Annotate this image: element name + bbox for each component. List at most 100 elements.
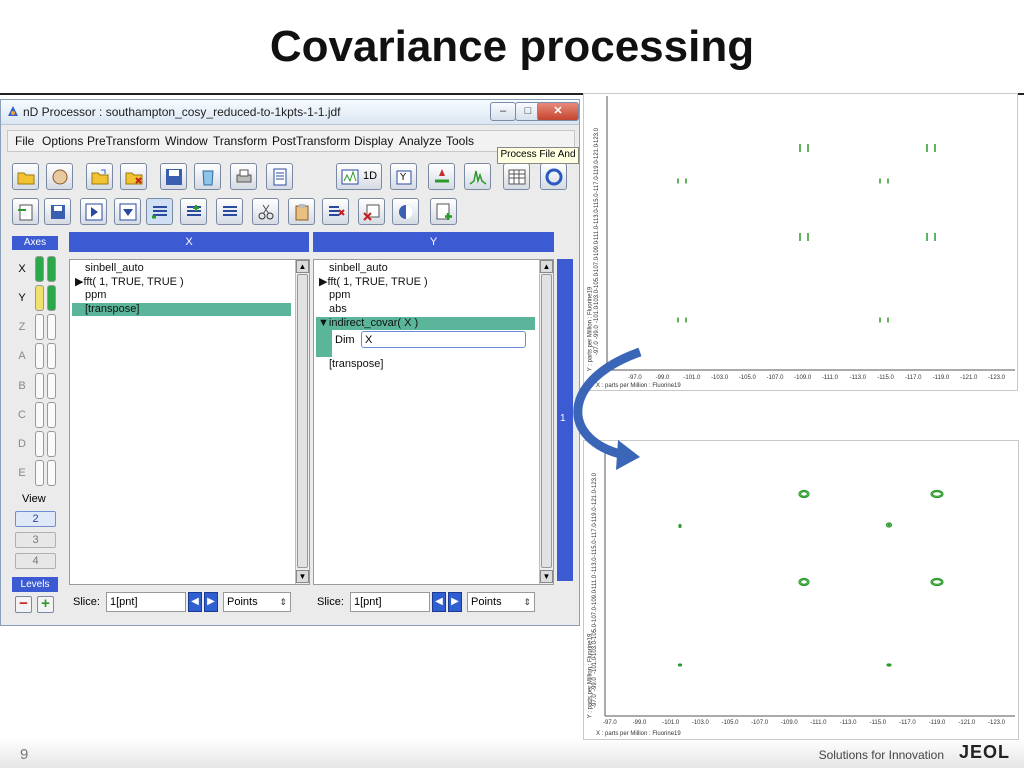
insert-function-button[interactable] <box>146 198 173 225</box>
menu-window[interactable]: Window <box>165 134 208 148</box>
add-function-button[interactable] <box>180 198 207 225</box>
axis-z-toggle-2[interactable] <box>47 314 56 340</box>
tool-hand-button[interactable] <box>46 163 73 190</box>
view-projection-button[interactable]: Y <box>390 163 417 190</box>
y-slice-next[interactable]: ▶ <box>448 592 462 612</box>
x-scroll-down[interactable]: ▼ <box>296 570 309 583</box>
clear-button[interactable] <box>358 198 385 225</box>
minimize-button[interactable]: – <box>490 102 516 121</box>
y-units-select[interactable]: Points ⇕ <box>467 592 535 612</box>
x-scroll-thumb[interactable] <box>297 274 308 568</box>
save-button[interactable] <box>160 163 187 190</box>
y-scroll-down[interactable]: ▼ <box>540 570 553 583</box>
menu-tools[interactable]: Tools <box>446 134 474 148</box>
close-file-button[interactable] <box>120 163 147 190</box>
y-slice-input[interactable]: 1[pnt] <box>350 592 430 612</box>
axis-a-toggle[interactable] <box>35 343 44 369</box>
x-scroll-up[interactable]: ▲ <box>296 260 309 273</box>
axis-b-toggle-2[interactable] <box>47 373 56 399</box>
view-button-4[interactable]: 4 <box>15 553 56 569</box>
list-view-button[interactable] <box>216 198 243 225</box>
y-scroll-up[interactable]: ▲ <box>540 260 553 273</box>
level-increase-button[interactable]: + <box>37 596 54 613</box>
step-button[interactable] <box>114 198 141 225</box>
refresh-button[interactable] <box>540 163 567 190</box>
x-slice-prev[interactable]: ◀ <box>188 592 202 612</box>
column-y-header[interactable]: Y <box>313 232 554 252</box>
menu-pretransform[interactable]: PreTransform <box>87 134 160 148</box>
open-folder-button[interactable] <box>12 163 39 190</box>
import-button[interactable] <box>12 198 39 225</box>
x-item-sinbell[interactable]: sinbell_auto <box>85 262 144 274</box>
print-button[interactable] <box>230 163 257 190</box>
axis-z-toggle[interactable] <box>35 314 44 340</box>
x-item-ppm[interactable]: ppm <box>85 289 106 301</box>
axis-c-label: C <box>18 409 26 421</box>
axis-c-toggle[interactable] <box>35 402 44 428</box>
save-process-button[interactable] <box>44 198 71 225</box>
bottom-y-tick: -105.0 <box>592 623 598 641</box>
top-y-tick: -103.0 <box>594 289 600 307</box>
paste-button[interactable] <box>288 198 315 225</box>
table-button[interactable] <box>503 163 530 190</box>
eraser-icon <box>399 205 413 219</box>
y-item-fft[interactable]: ▶fft( 1, TRUE, TRUE ) <box>319 275 428 288</box>
lines-icon <box>223 206 237 216</box>
window-titlebar[interactable]: nD Processor : southampton_cosy_reduced-… <box>1 100 579 125</box>
top-y-tick: -123.0 <box>594 127 600 145</box>
menu-transform[interactable]: Transform <box>213 134 267 148</box>
x-slice-next[interactable]: ▶ <box>204 592 218 612</box>
x-units-select[interactable]: Points ⇕ <box>223 592 291 612</box>
trash-button[interactable] <box>194 163 221 190</box>
axis-c-toggle-2[interactable] <box>47 402 56 428</box>
y-list-scrollbar[interactable]: ▲ ▼ <box>539 260 553 584</box>
view-1d-button[interactable]: 1D <box>336 163 382 190</box>
x-item-fft[interactable]: ▶fft( 1, TRUE, TRUE ) <box>75 275 184 288</box>
y-item-indirect-covar[interactable]: ▼indirect_covar( X ) <box>318 317 418 329</box>
menu-posttransform[interactable]: PostTransform <box>272 134 350 148</box>
view-button-2[interactable]: 2 <box>15 511 56 527</box>
menu-options[interactable]: Options <box>42 134 83 148</box>
list-button[interactable] <box>266 163 293 190</box>
axis-x-toggle[interactable] <box>35 256 44 282</box>
cut-button[interactable] <box>252 198 279 225</box>
top-x-tick: -107.0 <box>766 375 784 381</box>
axis-e-toggle-2[interactable] <box>47 460 56 486</box>
y-item-transpose[interactable]: [transpose] <box>329 358 383 370</box>
column-x-header[interactable]: X <box>69 232 309 252</box>
process-button[interactable] <box>428 163 455 190</box>
add-document-button[interactable] <box>430 198 457 225</box>
y-slice-prev[interactable]: ◀ <box>432 592 446 612</box>
spectrum-bottom-panel <box>583 440 1019 740</box>
view-label: View <box>22 493 46 505</box>
level-decrease-button[interactable]: − <box>15 596 32 613</box>
axis-a-toggle-2[interactable] <box>47 343 56 369</box>
axis-y-toggle-2[interactable] <box>47 285 56 311</box>
axis-d-toggle-2[interactable] <box>47 431 56 457</box>
axis-y-toggle[interactable] <box>35 285 44 311</box>
menu-file[interactable]: File <box>15 134 34 148</box>
clear-icon <box>363 204 380 221</box>
view-button-3[interactable]: 3 <box>15 532 56 548</box>
y-item-ppm[interactable]: ppm <box>329 289 350 301</box>
y-item-abs[interactable]: abs <box>329 303 347 315</box>
axis-b-toggle[interactable] <box>35 373 44 399</box>
delete-function-button[interactable] <box>322 198 349 225</box>
close-button[interactable]: ✕ <box>537 102 579 121</box>
axis-d-toggle[interactable] <box>35 431 44 457</box>
erase-button[interactable] <box>392 198 419 225</box>
axis-x-toggle-2[interactable] <box>47 256 56 282</box>
x-item-transpose[interactable]: [transpose] <box>85 303 139 315</box>
y-scroll-thumb[interactable] <box>541 274 552 568</box>
axis-e-toggle[interactable] <box>35 460 44 486</box>
y-item-sinbell[interactable]: sinbell_auto <box>329 262 388 274</box>
peaks-button[interactable] <box>464 163 491 190</box>
run-button[interactable] <box>80 198 107 225</box>
x-slice-input[interactable]: 1[pnt] <box>106 592 186 612</box>
x-list-scrollbar[interactable]: ▲ ▼ <box>295 260 309 584</box>
dim-param-input[interactable]: X <box>361 331 526 348</box>
top-x-tick: -115.0 <box>877 375 894 381</box>
open-file-button[interactable] <box>86 163 113 190</box>
menu-display[interactable]: Display <box>354 134 393 148</box>
menu-analyze[interactable]: Analyze <box>399 134 442 148</box>
